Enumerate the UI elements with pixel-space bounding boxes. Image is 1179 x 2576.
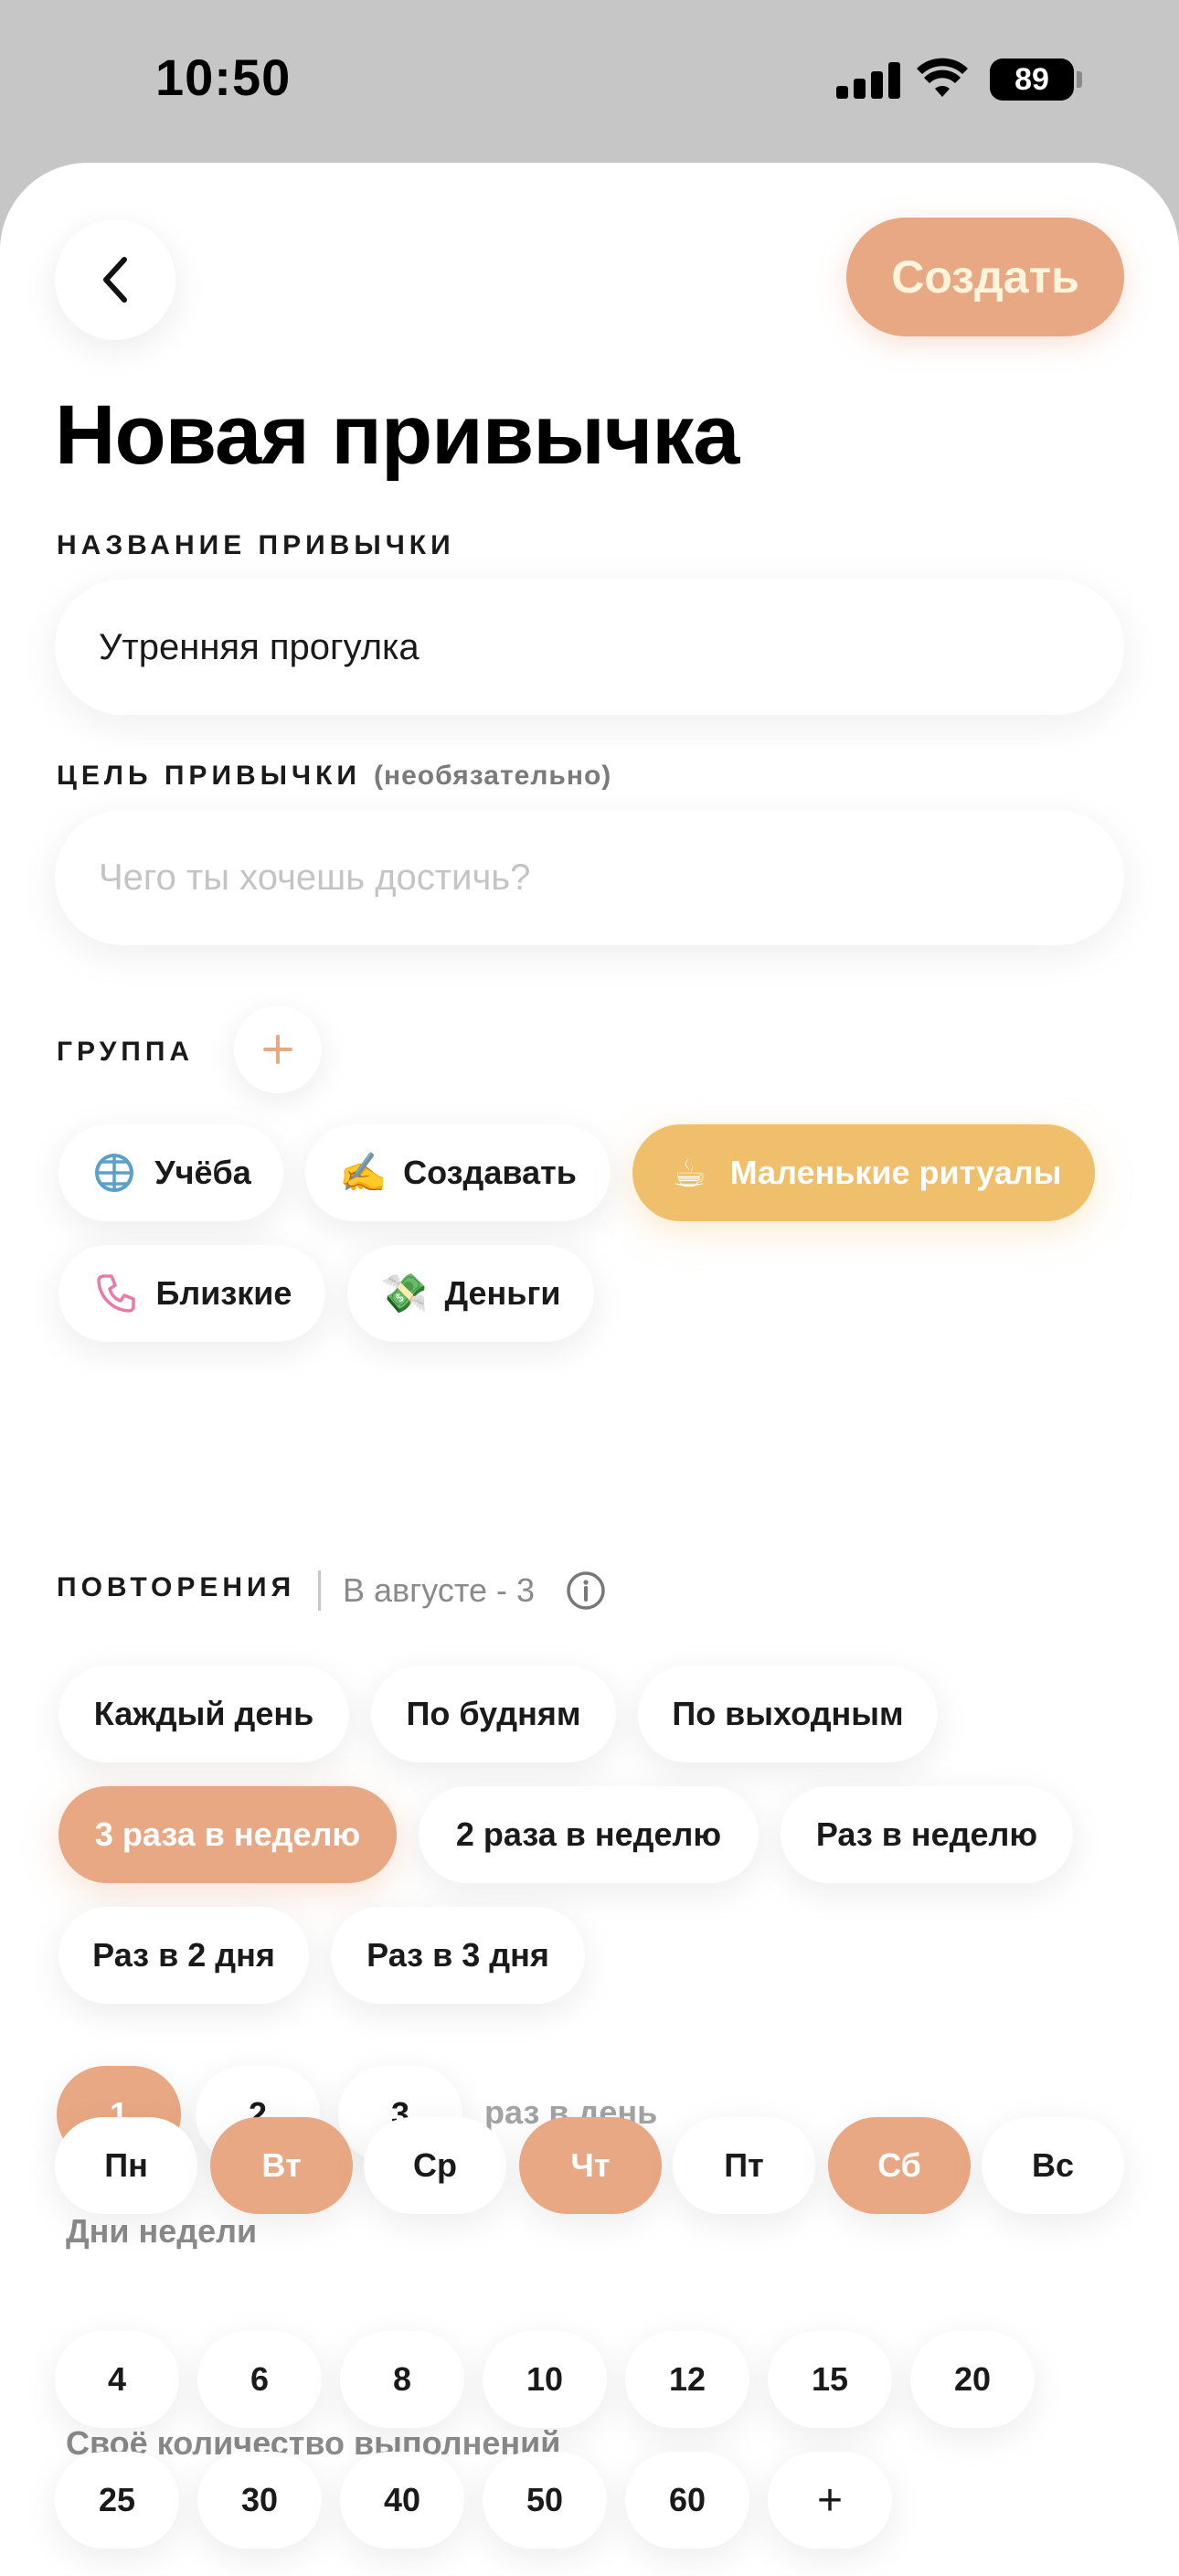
group-chip-label: Учёба [154, 1154, 251, 1191]
group-chip-label: Деньги [444, 1274, 561, 1312]
battery-cap [1077, 71, 1082, 88]
group-chip-label: Создавать [403, 1154, 577, 1191]
create-button[interactable]: Создать [846, 218, 1124, 336]
globe-grid-icon [90, 1149, 138, 1197]
divider [318, 1570, 321, 1611]
group-label: ГРУППА [57, 1037, 195, 1067]
custom-count-10[interactable]: 10 [483, 2331, 607, 2428]
group-chip-label: Маленькие ритуалы [729, 1154, 1062, 1191]
group-chip-label: Близкие [155, 1274, 292, 1312]
habit-name-input[interactable] [99, 580, 1086, 715]
repeat-option-every-day[interactable]: Каждый день [58, 1666, 349, 1762]
habit-goal-field[interactable] [55, 810, 1124, 945]
repeat-option-every-3-days[interactable]: Раз в 3 дня [331, 1907, 585, 2004]
weekday-wed[interactable]: Ср [364, 2117, 506, 2214]
coffee-icon: ☕ [672, 1151, 707, 1195]
habit-name-label: НАЗВАНИЕ ПРИВЫЧКИ [57, 530, 455, 561]
chevron-left-icon [103, 257, 127, 303]
weekday-thu[interactable]: Чт [519, 2117, 662, 2214]
custom-count-6[interactable]: 6 [197, 2331, 322, 2428]
weekday-sun[interactable]: Вс [982, 2117, 1124, 2214]
repeat-option-every-2-days[interactable]: Раз в 2 дня [58, 1907, 309, 2004]
phone-icon [92, 1270, 140, 1317]
group-chip-create[interactable]: ✍️ Создавать [305, 1124, 611, 1221]
repetitions-meta: В августе - 3 [318, 1570, 606, 1611]
custom-count-15[interactable]: 15 [768, 2331, 892, 2428]
habit-goal-label: ЦЕЛЬ ПРИВЫЧКИ (необязательно) [57, 761, 611, 792]
custom-count-20[interactable]: 20 [910, 2331, 1035, 2428]
weekday-mon[interactable]: Пн [55, 2117, 197, 2214]
back-button[interactable] [55, 219, 175, 340]
repeat-option-once-per-week[interactable]: Раз в неделю [781, 1786, 1073, 1883]
custom-count-30[interactable]: 30 [197, 2452, 322, 2549]
repeat-option-weekdays[interactable]: По будням [371, 1666, 616, 1762]
habit-name-field[interactable] [55, 580, 1124, 715]
new-habit-sheet: Создать Новая привычка НАЗВАНИЕ ПРИВЫЧКИ… [0, 163, 1179, 2576]
status-bar: 10:50 89 [0, 0, 1179, 165]
group-chip-close-ones[interactable]: Близкие [58, 1245, 325, 1342]
battery-icon: 89 [990, 59, 1074, 101]
page-title: Новая привычка [55, 389, 739, 482]
money-with-wings-icon: 💸 [380, 1271, 429, 1315]
weekday-sat[interactable]: Сб [828, 2117, 971, 2214]
weekday-fri[interactable]: Пт [673, 2117, 815, 2214]
repeat-option-2-per-week[interactable]: 2 раза в неделю [419, 1786, 759, 1883]
custom-count-12[interactable]: 12 [625, 2331, 749, 2428]
wifi-icon [917, 58, 968, 97]
month-info: В августе - 3 [343, 1571, 536, 1609]
add-group-button[interactable] [234, 1006, 322, 1093]
habit-name-label-text: НАЗВАНИЕ ПРИВЫЧКИ [57, 530, 455, 560]
writing-hand-icon: ✍️ [338, 1150, 388, 1194]
cellular-signal-icon [836, 62, 900, 99]
group-chip-study[interactable]: Учёба [58, 1124, 283, 1221]
weekday-tue[interactable]: Вт [210, 2117, 353, 2214]
repetitions-label: ПОВТОРЕНИЯ [57, 1572, 296, 1602]
group-chip-money[interactable]: 💸 Деньги [347, 1245, 594, 1342]
custom-count-60[interactable]: 60 [625, 2452, 749, 2549]
custom-count-40[interactable]: 40 [340, 2452, 464, 2549]
habit-goal-input[interactable] [99, 810, 1086, 945]
custom-count-8[interactable]: 8 [340, 2331, 464, 2428]
repeat-option-3-per-week[interactable]: 3 раза в неделю [58, 1786, 397, 1883]
group-chip-small-rituals[interactable]: ☕ Маленькие ритуалы [632, 1124, 1095, 1221]
custom-count-4[interactable]: 4 [55, 2331, 179, 2428]
custom-count-25[interactable]: 25 [55, 2452, 179, 2549]
custom-count-50[interactable]: 50 [483, 2452, 607, 2549]
status-time: 10:50 [155, 48, 292, 106]
repeat-option-weekends[interactable]: По выходным [638, 1666, 938, 1762]
habit-goal-label-text: ЦЕЛЬ ПРИВЫЧКИ [57, 761, 361, 791]
custom-count-add-button[interactable]: + [768, 2452, 892, 2549]
plus-icon [263, 1035, 292, 1064]
optional-hint: (необязательно) [374, 761, 612, 791]
info-icon[interactable] [566, 1570, 606, 1611]
weekdays-label: Дни недели [66, 2212, 258, 2250]
